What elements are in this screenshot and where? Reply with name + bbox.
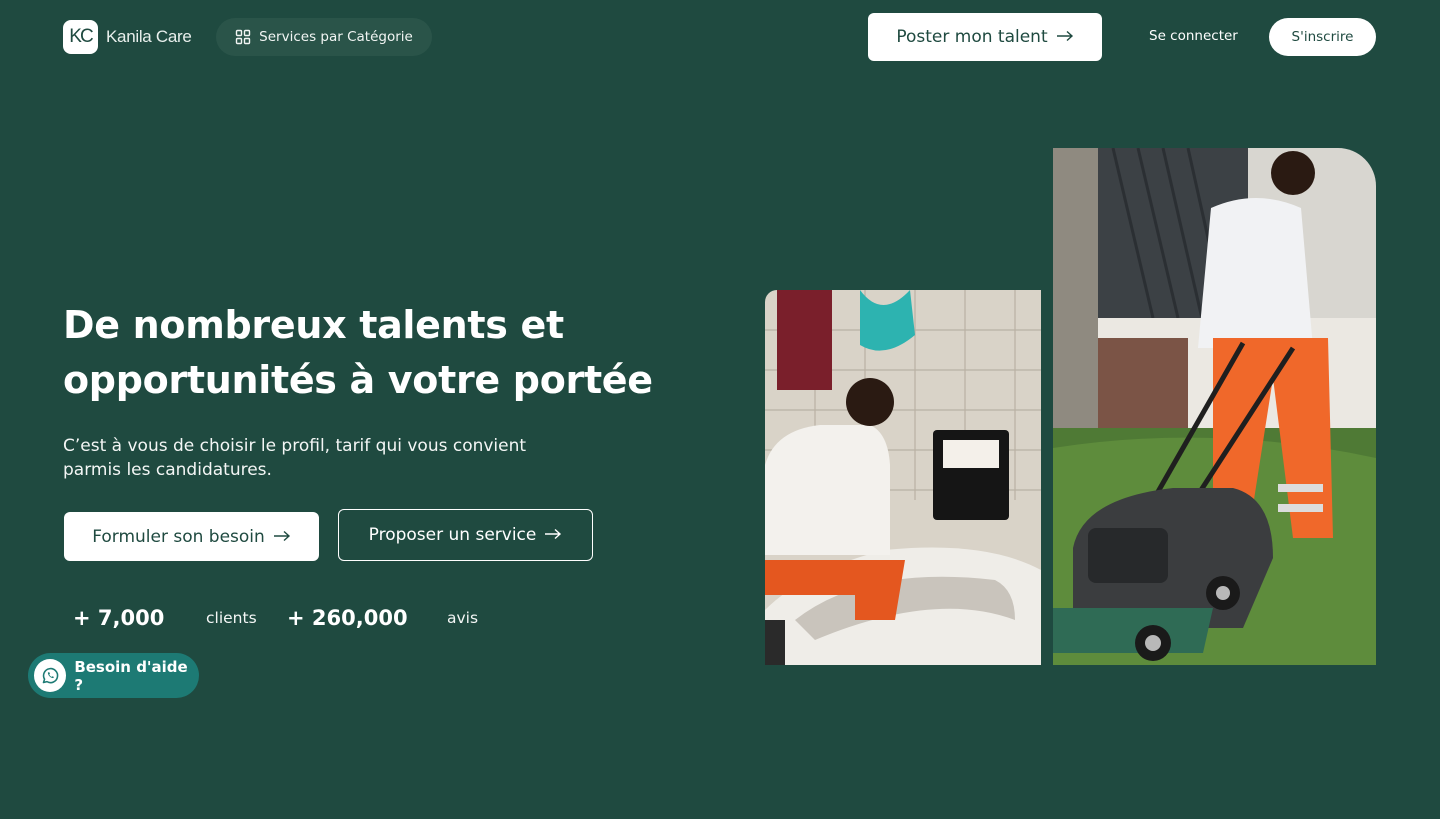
post-talent-label: Poster mon talent bbox=[896, 27, 1048, 47]
help-button[interactable]: Besoin d'aide ? bbox=[28, 653, 199, 698]
arrow-right-icon bbox=[544, 525, 562, 545]
formulate-need-label: Formuler son besoin bbox=[92, 526, 265, 547]
formulate-need-button[interactable]: Formuler son besoin bbox=[64, 512, 319, 561]
categories-button[interactable]: Services par Catégorie bbox=[216, 18, 432, 56]
arrow-right-icon bbox=[1056, 27, 1074, 47]
stat-clients-value: + 7,000 bbox=[73, 606, 165, 630]
login-link[interactable]: Se connecter bbox=[1149, 28, 1238, 44]
stat-clients-label: clients bbox=[206, 609, 257, 627]
stat-reviews-value: + 260,000 bbox=[287, 606, 408, 630]
arrow-right-icon bbox=[273, 527, 291, 547]
categories-label: Services par Catégorie bbox=[259, 29, 413, 45]
logo[interactable]: KC Kanila Care bbox=[63, 20, 192, 54]
post-talent-button[interactable]: Poster mon talent bbox=[868, 13, 1102, 61]
logo-mark: KC bbox=[63, 20, 98, 54]
propose-service-label: Proposer un service bbox=[368, 525, 537, 545]
whatsapp-icon bbox=[34, 659, 67, 692]
grid-icon bbox=[235, 29, 251, 45]
propose-service-button[interactable]: Proposer un service bbox=[338, 509, 593, 561]
hero-title-line-1: De nombreux talents et bbox=[63, 303, 564, 347]
hero-title-line-2: opportunités à votre portée bbox=[63, 358, 653, 402]
signup-button[interactable]: S'inscrire bbox=[1269, 18, 1376, 56]
hero-subtitle-line-2: parmis les candidatures. bbox=[63, 460, 272, 480]
photo-plumber bbox=[765, 290, 1041, 665]
help-label: Besoin d'aide ? bbox=[74, 657, 188, 694]
hero-subtitle-line-1: C’est à vous de choisir le profil, tarif… bbox=[63, 436, 527, 456]
logo-text: Kanila Care bbox=[106, 27, 192, 46]
signup-label: S'inscrire bbox=[1291, 29, 1354, 45]
stat-reviews-label: avis bbox=[447, 609, 479, 627]
photo-lawn-mower bbox=[1053, 148, 1376, 665]
hero-subtitle: C’est à vous de choisir le profil, tarif… bbox=[63, 434, 563, 482]
hero-title: De nombreux talents et opportunités à vo… bbox=[63, 298, 703, 408]
